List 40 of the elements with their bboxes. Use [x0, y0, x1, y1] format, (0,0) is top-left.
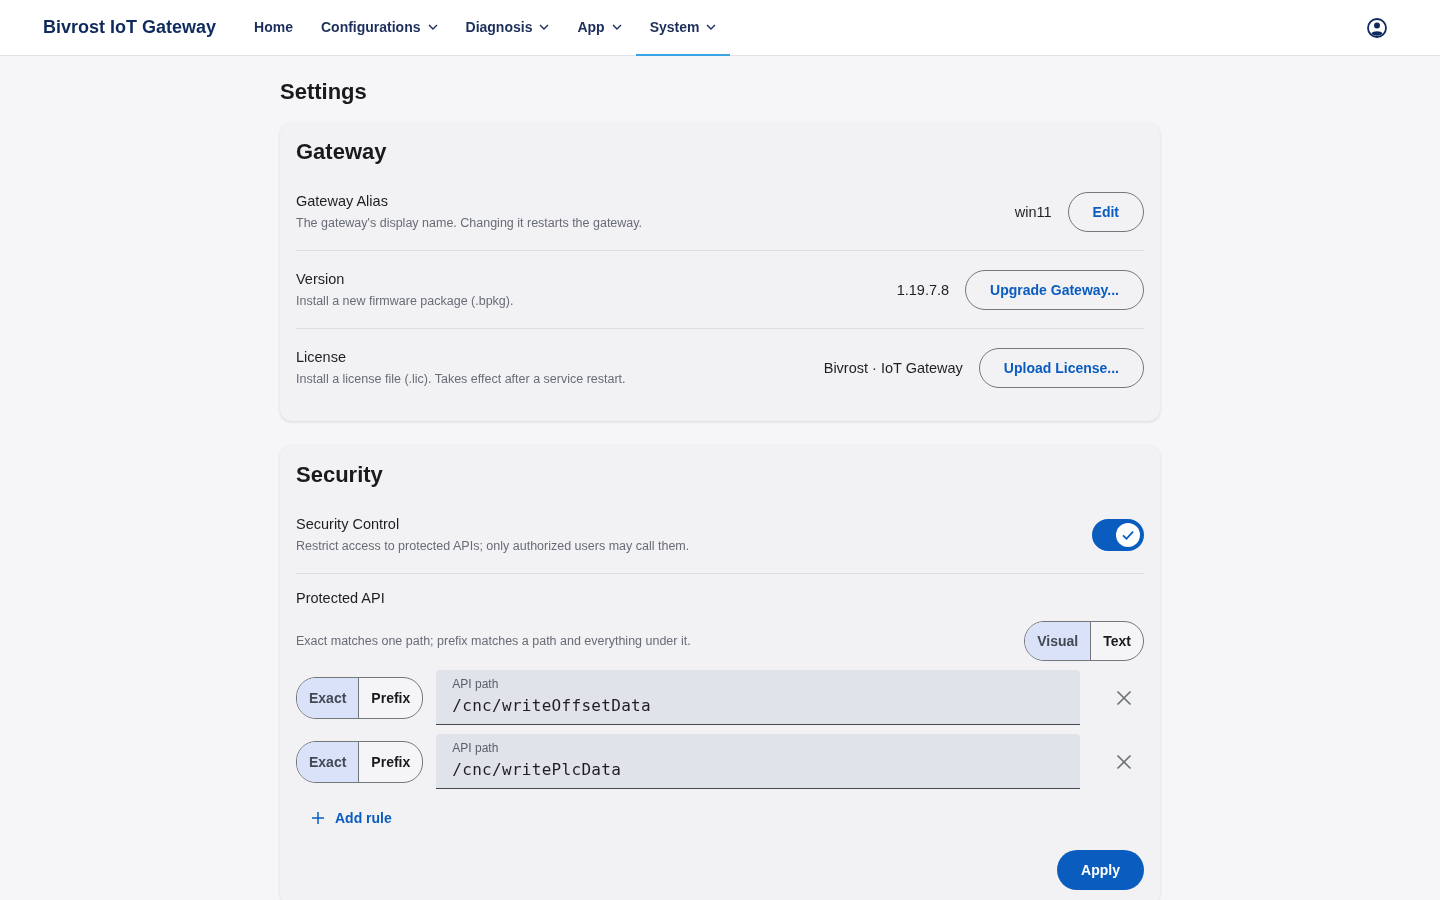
setting-description: Exact matches one path; prefix matches a path and everything under it.: [296, 633, 691, 650]
toggle-switch[interactable]: [1092, 518, 1144, 551]
section-title: Gateway: [296, 138, 388, 166]
page-title: Settings: [280, 78, 368, 106]
nav-item[interactable]: Configurations: [306, 0, 452, 56]
add-rule-button[interactable]: Add rule: [296, 801, 408, 835]
setting-label: Gateway Alias: [296, 192, 389, 211]
close-icon[interactable]: [1116, 689, 1132, 706]
input-field[interactable]: API path /cnc/writePlcData: [436, 734, 1080, 789]
nav-item[interactable]: System: [635, 0, 731, 56]
segment-option[interactable]: Visual: [1025, 622, 1091, 660]
setting-description: Install a license file (.lic). Takes effect after a service restart.: [296, 371, 626, 388]
segment-option[interactable]: Text: [1090, 622, 1143, 660]
user-account-icon[interactable]: [1367, 17, 1387, 38]
nav-item[interactable]: Diagnosis: [451, 0, 564, 56]
segment-option[interactable]: Prefix: [358, 677, 423, 718]
setting-label: Protected API: [296, 589, 386, 608]
setting-value: 1.19.7.8: [896, 281, 950, 298]
setting-value: Bivrost · IoT Gateway: [823, 359, 963, 376]
nav-item[interactable]: Home: [240, 0, 307, 56]
input-field[interactable]: API path /cnc/writeOffsetData: [436, 670, 1080, 725]
setting-label: Security Control: [296, 515, 401, 534]
plus-icon: [312, 812, 324, 824]
check-icon: [1116, 522, 1140, 547]
setting-description: Install a new firmware package (.bpkg).: [296, 293, 514, 310]
segment-option[interactable]: Prefix: [358, 741, 423, 782]
setting-label: Version: [296, 270, 346, 289]
setting-description: The gateway's display name. Changing it restarts the gateway.: [296, 215, 643, 232]
section-title: Security: [296, 461, 384, 489]
field-label: API path: [452, 741, 499, 756]
apply-button[interactable]: Apply: [1057, 850, 1144, 890]
segment-option[interactable]: Exact: [297, 741, 359, 782]
setting-label: License: [296, 348, 347, 367]
segment-option[interactable]: Exact: [297, 677, 359, 718]
brand-title: Bivrost IoT Gateway: [43, 17, 217, 38]
setting-value: win11: [1014, 203, 1052, 220]
close-icon[interactable]: [1116, 753, 1132, 770]
field-label: API path: [452, 677, 499, 692]
setting-description: Restrict access to protected APIs; only authorized users may call them.: [296, 538, 690, 555]
nav-item[interactable]: App: [563, 0, 636, 56]
